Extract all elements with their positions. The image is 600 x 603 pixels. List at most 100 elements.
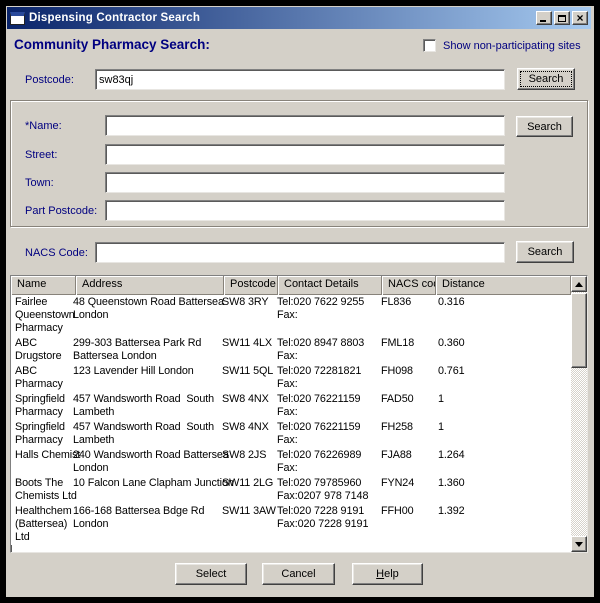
cell-distance: 0.316 [434, 295, 570, 336]
cell-address: 457 Wandsworth Road South Lambeth [69, 392, 218, 420]
page-title: Community Pharmacy Search: [14, 37, 210, 52]
cell-nacs: FML18 [377, 336, 434, 364]
scroll-down-button[interactable] [571, 536, 587, 552]
cell-postcode: SW11 4LX [218, 336, 273, 364]
cell-distance: 0.360 [434, 336, 570, 364]
table-row[interactable]: ABC Drugstore299-303 Battersea Park Rd B… [11, 336, 571, 364]
nacs-search-button[interactable]: Search [516, 241, 574, 263]
results-table: NameAddressPostcodeContact DetailsNACS c… [10, 275, 588, 553]
cell-nacs: FJA88 [377, 448, 434, 476]
table-row[interactable]: Healthchem (Battersea) Ltd166-168 Batter… [11, 504, 571, 545]
minimize-button[interactable] [536, 11, 552, 25]
arrow-down-icon [575, 542, 583, 547]
help-accelerator: H [376, 568, 384, 580]
window-title: Dispensing Contractor Search [29, 12, 536, 24]
title-bar[interactable]: Dispensing Contractor Search × [7, 7, 591, 29]
cell-name: Boots The Chemists Ltd [11, 476, 69, 504]
vertical-scrollbar[interactable] [571, 276, 587, 552]
street-input[interactable] [105, 144, 505, 165]
nacs-code-label: NACS Code: [25, 247, 88, 259]
part-postcode-input[interactable] [105, 200, 505, 221]
table-row[interactable]: Springfield Pharmacy457 Wandsworth Road … [11, 392, 571, 420]
cell-nacs: FH098 [377, 364, 434, 392]
help-label-rest: elp [384, 568, 399, 580]
postcode-search-button[interactable]: Search [517, 68, 575, 90]
show-non-participating-label: Show non-participating sites [443, 40, 581, 52]
nacs-code-input[interactable] [95, 242, 505, 263]
name-label: *Name: [25, 120, 62, 132]
column-header-name[interactable]: Name [11, 276, 76, 295]
cell-contact: Tel:020 7622 9255 Fax: [273, 295, 377, 336]
help-button[interactable]: Help [352, 563, 423, 585]
table-header: NameAddressPostcodeContact DetailsNACS c… [11, 276, 571, 295]
column-header-postcode[interactable]: Postcode [224, 276, 278, 295]
column-header-distance[interactable]: Distance [436, 276, 571, 295]
cell-address: 48 Queenstown Road Battersea London [69, 295, 218, 336]
cell-contact: Tel:020 76226989 Fax: [273, 448, 377, 476]
cell-nacs: FYN24 [377, 476, 434, 504]
arrow-up-icon [575, 282, 583, 287]
results-rows: Fairlee Queenstown Pharmacy48 Queenstown… [11, 295, 571, 545]
cell-nacs: FL836 [377, 295, 434, 336]
cell-name: ABC Pharmacy [11, 364, 69, 392]
name-input[interactable] [105, 115, 505, 136]
cell-contact: Tel:020 8947 8803 Fax: [273, 336, 377, 364]
street-label: Street: [25, 149, 57, 161]
town-label: Town: [25, 177, 54, 189]
cell-postcode: SW11 3AW [218, 504, 273, 545]
cell-contact: Tel:020 7228 9191 Fax:020 7228 9191 [273, 504, 377, 545]
town-input[interactable] [105, 172, 505, 193]
cell-distance: 1 [434, 392, 570, 420]
cell-postcode: SW11 5QL [218, 364, 273, 392]
dialog-window: Dispensing Contractor Search × Community… [0, 0, 600, 603]
table-row[interactable]: ABC Pharmacy123 Lavender Hill LondonSW11… [11, 364, 571, 392]
app-icon [10, 12, 25, 25]
cell-nacs: FFH00 [377, 504, 434, 545]
cell-postcode: SW8 4NX [218, 392, 273, 420]
cell-address: 123 Lavender Hill London [69, 364, 218, 392]
cell-name: Fairlee Queenstown Pharmacy [11, 295, 69, 336]
cell-distance: 1.360 [434, 476, 570, 504]
close-icon: × [576, 13, 583, 23]
cell-name: ABC Drugstore [11, 336, 69, 364]
cell-contact: Tel:020 76221159 Fax: [273, 420, 377, 448]
cell-name: Springfield Pharmacy [11, 392, 69, 420]
close-button[interactable]: × [572, 11, 588, 25]
table-row[interactable]: Fairlee Queenstown Pharmacy48 Queenstown… [11, 295, 571, 336]
detail-search-button[interactable]: Search [516, 116, 573, 137]
cell-address: 457 Wandsworth Road South Lambeth [69, 420, 218, 448]
part-postcode-label: Part Postcode: [25, 205, 97, 217]
select-button[interactable]: Select [175, 563, 247, 585]
cell-address: 166-168 Battersea Bdge Rd London [69, 504, 218, 545]
cell-postcode: SW8 3RY [218, 295, 273, 336]
cell-address: 299-303 Battersea Park Rd Battersea Lond… [69, 336, 218, 364]
scrollbar-thumb[interactable] [571, 293, 587, 368]
column-header-contact[interactable]: Contact Details [278, 276, 382, 295]
column-header-address[interactable]: Address [76, 276, 224, 295]
scroll-up-button[interactable] [571, 276, 587, 292]
table-row[interactable]: Boots The Chemists Ltd10 Falcon Lane Cla… [11, 476, 571, 504]
maximize-button[interactable] [554, 11, 570, 25]
table-row[interactable]: Springfield Pharmacy457 Wandsworth Road … [11, 420, 571, 448]
cell-contact: Tel:020 76221159 Fax: [273, 392, 377, 420]
cell-address: 240 Wandsworth Road Battersea London [69, 448, 218, 476]
cell-contact: Tel:020 72281821 Fax: [273, 364, 377, 392]
cell-contact: Tel:020 79785960 Fax:0207 978 7148 [273, 476, 377, 504]
cell-distance: 1 [434, 420, 570, 448]
cell-postcode: SW8 4NX [218, 420, 273, 448]
cell-distance: 1.392 [434, 504, 570, 545]
show-non-participating-checkbox[interactable] [423, 39, 436, 52]
cell-distance: 1.264 [434, 448, 570, 476]
cell-nacs: FH258 [377, 420, 434, 448]
cell-address: 10 Falcon Lane Clapham Junction [69, 476, 218, 504]
postcode-input[interactable] [95, 69, 505, 90]
cell-distance: 0.761 [434, 364, 570, 392]
cell-postcode: SW11 2LG [218, 476, 273, 504]
table-row[interactable]: Halls Chemist240 Wandsworth Road Batters… [11, 448, 571, 476]
postcode-label: Postcode: [25, 74, 74, 86]
cell-name: Healthchem (Battersea) Ltd [11, 504, 69, 545]
minimize-icon [540, 20, 546, 22]
cell-name: Halls Chemist [11, 448, 69, 476]
column-header-nacs[interactable]: NACS code [382, 276, 436, 295]
cancel-button[interactable]: Cancel [262, 563, 335, 585]
